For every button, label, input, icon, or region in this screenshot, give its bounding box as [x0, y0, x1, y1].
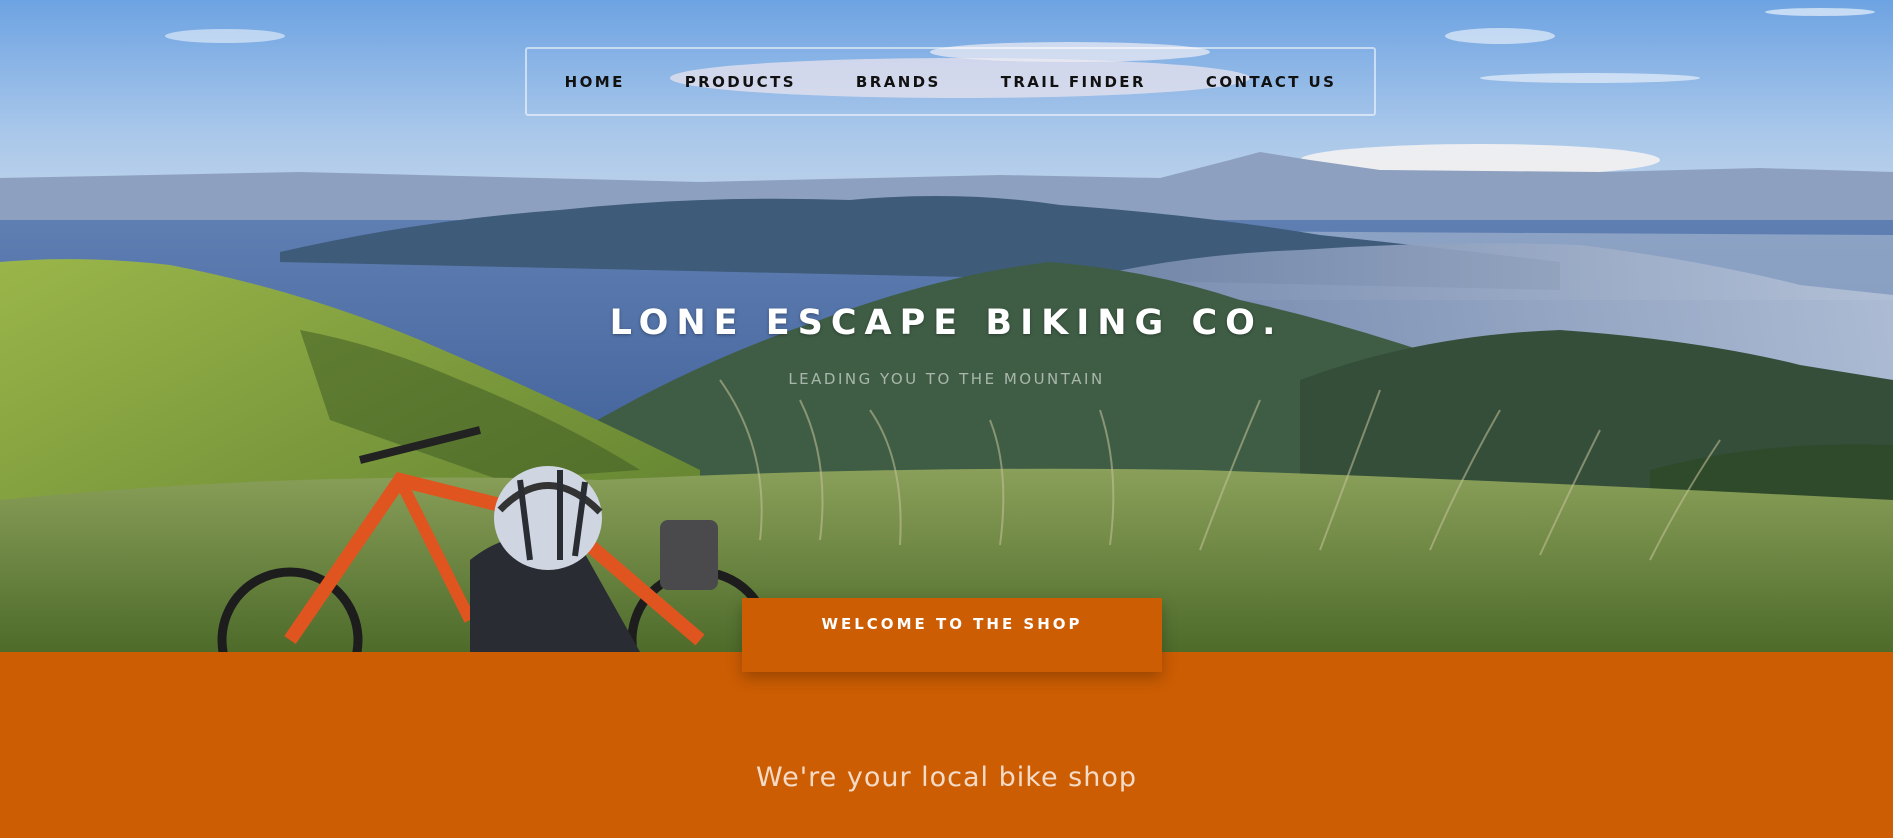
nav-trail-finder-link[interactable]: TRAIL FINDER: [971, 73, 1176, 91]
nav-contact-us-link[interactable]: CONTACT US: [1176, 73, 1366, 91]
hero-section: HOME PRODUCTS BRANDS TRAIL FINDER CONTAC…: [0, 0, 1893, 652]
nav-brands-link[interactable]: BRANDS: [826, 73, 971, 91]
site-title: LONE ESCAPE BIKING CO.: [609, 303, 1284, 343]
intro-heading: We're your local bike shop: [756, 762, 1137, 793]
intro-section: We're your local bike shop: [0, 652, 1893, 838]
nav-home-link[interactable]: HOME: [535, 73, 655, 91]
welcome-label: WELCOME TO THE SHOP: [821, 615, 1083, 633]
nav-products-link[interactable]: PRODUCTS: [655, 73, 826, 91]
welcome-tab: WELCOME TO THE SHOP: [742, 598, 1162, 672]
page: HOME PRODUCTS BRANDS TRAIL FINDER CONTAC…: [0, 0, 1893, 838]
main-navigation: HOME PRODUCTS BRANDS TRAIL FINDER CONTAC…: [525, 47, 1376, 116]
site-tagline: LEADING YOU TO THE MOUNTAIN: [788, 370, 1105, 388]
